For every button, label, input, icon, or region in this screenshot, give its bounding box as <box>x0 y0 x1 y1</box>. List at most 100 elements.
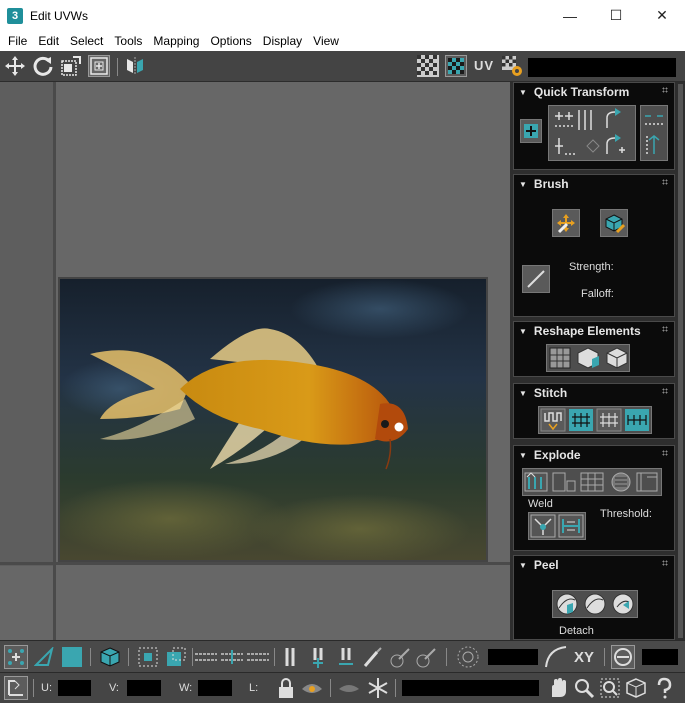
toolbar-separator <box>274 648 275 666</box>
checker-map-icon[interactable] <box>445 55 467 77</box>
rollout-grip-icon[interactable] <box>662 450 668 456</box>
rollout-grip-icon[interactable] <box>662 560 668 566</box>
paint-select-icon[interactable] <box>360 645 384 669</box>
paint-move-brush-icon[interactable] <box>552 209 580 237</box>
rollout-title-stitch[interactable]: Stitch <box>519 386 567 400</box>
menu-display[interactable]: Display <box>257 34 307 48</box>
rollout-brush: Brush Strength: Falloff: <box>513 174 675 317</box>
zoom-region-icon[interactable] <box>598 676 622 700</box>
grow-selection-icon[interactable] <box>136 645 160 669</box>
brush-falloff-curve-icon[interactable] <box>522 265 550 293</box>
paint-select-grow-icon[interactable] <box>388 645 412 669</box>
absolute-offset-icon[interactable] <box>4 676 28 700</box>
toolbar-separator <box>192 648 193 666</box>
hide-icon[interactable] <box>337 676 361 700</box>
mirror-icon[interactable] <box>124 55 146 77</box>
rollout-grip-icon[interactable] <box>662 388 668 394</box>
uv-editor-viewport[interactable] <box>0 82 510 640</box>
lock-icon[interactable] <box>274 676 298 700</box>
rollout-grip-icon[interactable] <box>662 179 668 185</box>
rollout-title-explode[interactable]: Explode <box>519 448 581 462</box>
close-button[interactable]: ✕ <box>639 0 685 31</box>
xy-toggle[interactable]: XY <box>574 649 594 666</box>
bottom-toolbar-transform: U: V: W: L: <box>0 672 685 703</box>
panel-scrollbar[interactable] <box>678 84 683 638</box>
texture-settings-icon[interactable] <box>501 55 523 77</box>
toolbar-separator <box>446 648 447 666</box>
v-label: V: <box>109 682 119 694</box>
rollout-grip-icon[interactable] <box>662 87 668 93</box>
loop-select-icon[interactable] <box>194 645 218 669</box>
spacing-tools-icon[interactable] <box>640 105 668 161</box>
paint-select-shrink-icon[interactable] <box>414 645 438 669</box>
edge-loop-icon[interactable] <box>246 645 270 669</box>
freeze-icon[interactable] <box>366 676 390 700</box>
rollout-grip-icon[interactable] <box>662 326 668 332</box>
grid-line-vertical <box>53 82 56 640</box>
vertex-select-icon[interactable] <box>4 645 28 669</box>
show-hidden-icon[interactable] <box>300 676 324 700</box>
peel-tools-icon[interactable] <box>552 590 638 618</box>
face-select-icon[interactable] <box>60 645 84 669</box>
texture-dropdown[interactable] <box>528 58 676 77</box>
shrink-selection-icon[interactable] <box>164 645 188 669</box>
rollout-title-brush[interactable]: Brush <box>519 177 569 191</box>
minimize-button[interactable]: — <box>547 0 593 31</box>
menu-tools[interactable]: Tools <box>108 34 147 48</box>
top-toolbar: UV <box>0 51 685 82</box>
maximize-button[interactable]: ☐ <box>593 0 639 31</box>
menu-select[interactable]: Select <box>64 34 108 48</box>
checker-pattern-icon[interactable] <box>417 55 439 77</box>
ring-select-icon[interactable] <box>220 645 244 669</box>
menu-bar: File Edit Select Tools Mapping Options D… <box>0 31 685 51</box>
select-overlap-icon[interactable] <box>334 645 358 669</box>
w-input[interactable] <box>198 680 232 696</box>
align-to-pivot-icon[interactable] <box>520 119 542 143</box>
zoom-extents-icon[interactable] <box>624 676 648 700</box>
weld-tools-icon[interactable] <box>528 512 586 540</box>
edge-distance-icon[interactable] <box>611 645 635 669</box>
relax-brush-icon[interactable] <box>600 209 628 237</box>
select-by-element-icon[interactable] <box>306 645 330 669</box>
freeform-icon[interactable] <box>88 55 110 77</box>
uv-label[interactable]: UV <box>474 58 494 73</box>
strength-label: Strength: <box>569 261 614 273</box>
edge-distance-field[interactable] <box>642 649 678 665</box>
menu-mapping[interactable]: Mapping <box>147 34 204 48</box>
menu-file[interactable]: File <box>2 34 32 48</box>
align-tools-icon[interactable] <box>548 105 636 161</box>
rollout-quick-transform: Quick Transform <box>513 82 675 170</box>
pan-icon[interactable] <box>545 676 569 700</box>
rollout-stitch: Stitch <box>513 383 675 439</box>
move-icon[interactable] <box>4 55 26 77</box>
menu-edit[interactable]: Edit <box>32 34 64 48</box>
soft-selection-field[interactable] <box>488 649 538 665</box>
toolbar-separator <box>90 648 91 666</box>
u-input[interactable] <box>58 680 91 696</box>
help-icon[interactable] <box>652 676 676 700</box>
weld-label: Weld <box>528 498 553 510</box>
rotate-icon[interactable] <box>32 55 54 77</box>
toolbar-separator <box>330 679 331 697</box>
scale-icon[interactable] <box>60 55 82 77</box>
element-select-icon[interactable] <box>98 645 122 669</box>
rollout-explode: Explode Weld Threshold: <box>513 445 675 551</box>
toolbar-separator <box>395 679 396 697</box>
explode-tools-icon[interactable] <box>522 468 662 496</box>
right-command-panel: Quick Transform <box>510 82 685 640</box>
zoom-icon[interactable] <box>572 676 596 700</box>
edge-select-icon[interactable] <box>32 645 56 669</box>
app-icon: 3 <box>7 7 23 24</box>
v-input[interactable] <box>127 680 161 696</box>
menu-options[interactable]: Options <box>204 34 256 48</box>
reshape-tools-icon[interactable] <box>546 344 630 372</box>
rollout-title-peel[interactable]: Peel <box>519 558 559 572</box>
soft-selection-icon[interactable] <box>456 645 480 669</box>
stitch-tools-icon[interactable] <box>538 406 652 434</box>
point-to-point-icon[interactable] <box>278 645 302 669</box>
window-title: Edit UVWs <box>30 8 89 23</box>
rollout-title-reshape[interactable]: Reshape Elements <box>519 324 641 338</box>
rollout-title-quick-transform[interactable]: Quick Transform <box>519 85 629 99</box>
falloff-curve-icon[interactable] <box>544 645 568 669</box>
menu-view[interactable]: View <box>307 34 344 48</box>
